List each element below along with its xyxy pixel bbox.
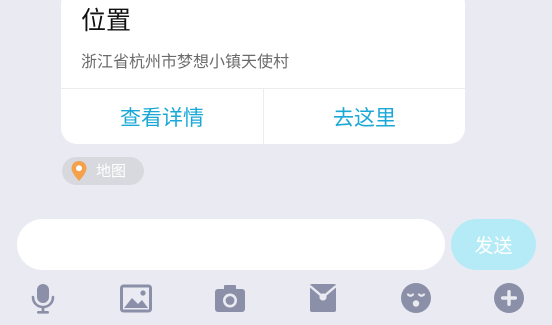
go-here-button[interactable]: 去这里 [264, 89, 465, 144]
red-envelope-icon[interactable] [307, 282, 339, 314]
location-card-title: 位置 [81, 6, 132, 35]
plus-icon[interactable] [493, 282, 525, 314]
view-details-button[interactable]: 查看详情 [61, 89, 263, 144]
map-tag-label: 地图 [96, 162, 127, 180]
location-address: 浙江省杭州市梦想小镇天使村 [81, 52, 290, 71]
camera-icon[interactable] [214, 282, 246, 314]
send-button[interactable]: 发送 [451, 219, 536, 270]
microphone-icon[interactable] [27, 282, 59, 314]
emoji-icon[interactable] [400, 282, 432, 314]
message-input[interactable] [17, 219, 445, 270]
location-pin-icon [71, 161, 87, 181]
map-tag[interactable]: 地图 [62, 157, 144, 185]
location-card[interactable]: 位置 浙江省杭州市梦想小镇天使村 查看详情 去这里 [61, 0, 465, 144]
image-icon[interactable] [120, 282, 152, 314]
